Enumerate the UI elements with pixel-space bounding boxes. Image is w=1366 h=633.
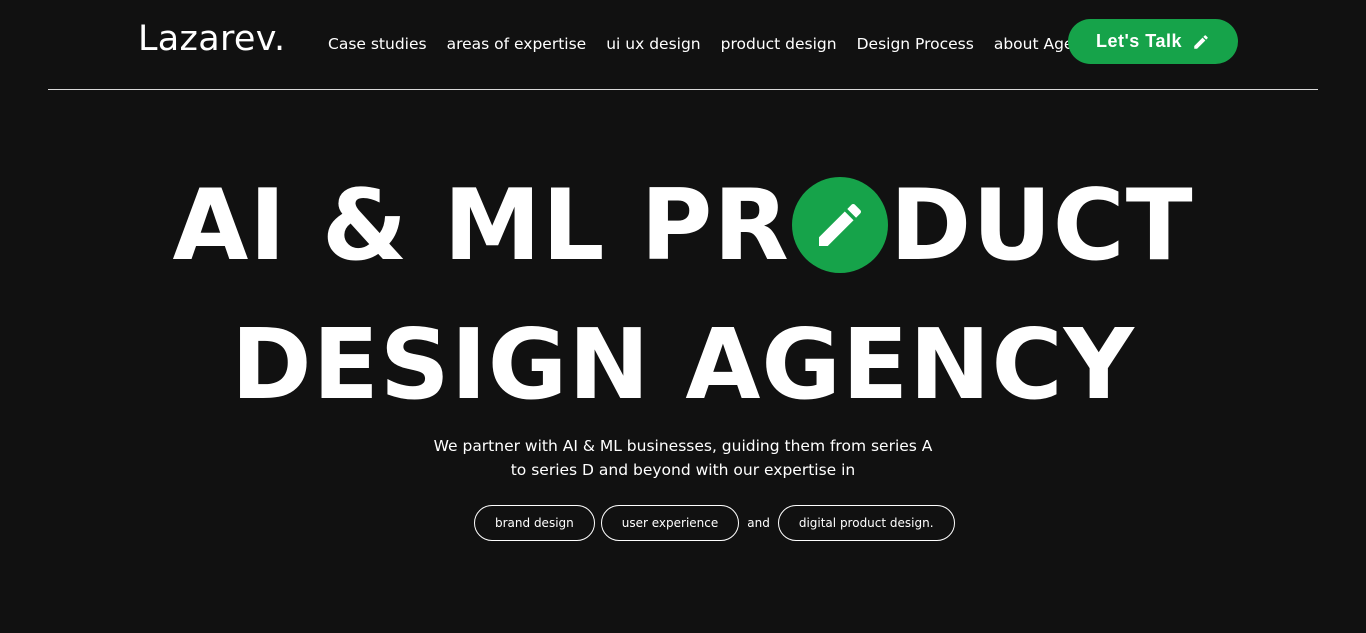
lets-talk-button[interactable]: Let's Talk <box>1068 19 1238 64</box>
hero-title-part-2: DUCT <box>889 169 1194 283</box>
nav-ui-ux-design[interactable]: ui ux design <box>606 35 700 53</box>
nav-case-studies[interactable]: Case studies <box>328 35 427 53</box>
and-text: and <box>747 516 770 530</box>
hero-subtitle: We partner with AI & ML businesses, guid… <box>0 434 1366 482</box>
logo[interactable]: Lazarev. <box>138 22 285 57</box>
product-o-badge <box>791 177 888 273</box>
nav-product-design[interactable]: product design <box>721 35 837 53</box>
tag-user-experience[interactable]: user experience <box>600 505 740 541</box>
pencil-icon <box>1194 34 1208 49</box>
main-nav: Case studies areas of expertise ui ux de… <box>328 35 1101 53</box>
tag-digital-product-design[interactable]: digital product design. <box>777 505 955 541</box>
expertise-tags: brand design user experience and digital… <box>474 505 955 541</box>
pencil-icon <box>818 203 861 246</box>
lets-talk-label: Let's Talk <box>1096 31 1182 51</box>
hero-subtitle-line-1: We partner with AI & ML businesses, guid… <box>433 437 933 455</box>
nav-design-process[interactable]: Design Process <box>857 35 974 53</box>
tag-brand-design[interactable]: brand design <box>474 505 595 541</box>
site-header: Lazarev. Case studies areas of expertise… <box>48 0 1318 90</box>
hero-title-line-1: AI & ML PR DUCT <box>0 177 1366 275</box>
hero-subtitle-line-2: to series D and beyond with our expertis… <box>510 461 856 479</box>
nav-areas-of-expertise[interactable]: areas of expertise <box>447 35 587 53</box>
hero-title-part-1: AI & ML PR <box>172 169 790 283</box>
hero-title-line-2: DESIGN AGENCY <box>231 308 1135 421</box>
